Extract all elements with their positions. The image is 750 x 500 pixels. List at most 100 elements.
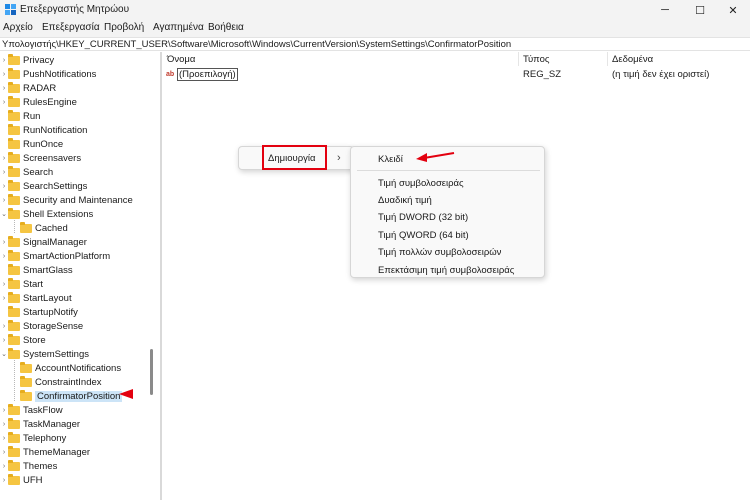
column-divider[interactable] bbox=[607, 52, 608, 66]
chevron-right-icon[interactable]: › bbox=[0, 435, 8, 442]
chevron-right-icon[interactable]: › bbox=[0, 281, 8, 288]
tree-item[interactable]: › TaskFlow bbox=[0, 403, 63, 417]
menu-item-binary-value[interactable]: Δυαδική τιμή bbox=[378, 195, 432, 206]
menu-item-multi-string-value[interactable]: Τιμή πολλών συμβολοσειρών bbox=[378, 247, 501, 258]
tree-item[interactable]: › ThemeManager bbox=[0, 445, 90, 459]
tree-item[interactable]: › Themes bbox=[0, 459, 57, 473]
chevron-right-icon[interactable]: › bbox=[0, 421, 8, 428]
tree-item[interactable]: ⌄ Shell Extensions bbox=[0, 207, 93, 221]
tree-pane[interactable]: › Privacy › PushNotifications › RADAR › RulesEn… bbox=[0, 52, 158, 500]
tree-scrollbar[interactable] bbox=[147, 52, 155, 488]
chevron-right-icon[interactable]: › bbox=[0, 323, 8, 330]
annotation-highlight-box bbox=[262, 145, 327, 170]
menu-favorites[interactable]: Αγαπημένα bbox=[153, 22, 204, 33]
chevron-right-icon[interactable]: › bbox=[0, 71, 8, 78]
tree-item[interactable]: › Search bbox=[0, 165, 53, 179]
annotation-arrow-icon bbox=[416, 152, 455, 162]
tree-item[interactable]: › SignalManager bbox=[0, 235, 87, 249]
tree-item[interactable]: AccountNotifications bbox=[12, 361, 121, 375]
tree-item[interactable]: Cached bbox=[12, 221, 68, 235]
tree-item[interactable]: Run bbox=[0, 109, 40, 123]
folder-icon bbox=[8, 403, 20, 415]
chevron-right-icon[interactable]: › bbox=[0, 463, 8, 470]
tree-item-label: PushNotifications bbox=[23, 68, 97, 80]
tree-item[interactable]: › UFH bbox=[0, 473, 43, 487]
folder-icon bbox=[8, 333, 20, 345]
tree-item-label: TaskManager bbox=[23, 418, 81, 430]
scroll-thumb[interactable] bbox=[150, 349, 153, 395]
chevron-right-icon[interactable]: › bbox=[0, 477, 8, 484]
menu-file[interactable]: Αρχείο bbox=[3, 22, 33, 33]
tree-item[interactable]: › Security and Maintenance bbox=[0, 193, 133, 207]
address-bar[interactable]: Υπολογιστής\HKEY_CURRENT_USER\Software\M… bbox=[0, 37, 750, 51]
chevron-right-icon[interactable]: › bbox=[0, 183, 8, 190]
minimize-button[interactable]: ─ bbox=[648, 0, 682, 20]
tree-item[interactable]: › Telephony bbox=[0, 431, 66, 445]
title-bar: Επεξεργαστής Μητρώου ─ ☐ ✕ bbox=[0, 0, 750, 20]
tree-item-label: ConfirmatorPosition bbox=[35, 390, 123, 402]
chevron-right-icon[interactable]: › bbox=[0, 99, 8, 106]
tree-item[interactable]: › Store bbox=[0, 333, 46, 347]
tree-item[interactable]: ConstraintIndex bbox=[12, 375, 102, 389]
tree-item[interactable]: RunOnce bbox=[0, 137, 63, 151]
tree-item[interactable]: › Privacy bbox=[0, 53, 54, 67]
chevron-right-icon[interactable]: › bbox=[0, 85, 8, 92]
folder-icon bbox=[20, 221, 32, 233]
chevron-down-icon[interactable]: ⌄ bbox=[0, 350, 8, 358]
menu-view[interactable]: Προβολή bbox=[104, 22, 144, 33]
tree-item[interactable]: StartupNotify bbox=[0, 305, 78, 319]
folder-icon bbox=[8, 123, 20, 135]
tree-item[interactable]: ConfirmatorPosition bbox=[12, 389, 123, 403]
chevron-right-icon[interactable]: › bbox=[0, 337, 8, 344]
maximize-button[interactable]: ☐ bbox=[683, 0, 717, 20]
close-button[interactable]: ✕ bbox=[716, 0, 750, 20]
tree-item[interactable]: › RulesEngine bbox=[0, 95, 77, 109]
chevron-right-icon[interactable]: › bbox=[0, 407, 8, 414]
tree-item[interactable]: SmartGlass bbox=[0, 263, 73, 277]
menu-item-expandable-string-value[interactable]: Επεκτάσιμη τιμή συμβολοσειράς bbox=[378, 265, 514, 276]
address-path[interactable]: Υπολογιστής\HKEY_CURRENT_USER\Software\M… bbox=[2, 39, 511, 50]
tree-item[interactable]: › SmartActionPlatform bbox=[0, 249, 110, 263]
tree-item[interactable]: › RADAR bbox=[0, 81, 56, 95]
tree-item[interactable]: › StorageSense bbox=[0, 319, 83, 333]
column-header-type[interactable]: Τύπος bbox=[523, 54, 549, 65]
menu-help[interactable]: Βοήθεια bbox=[208, 22, 244, 33]
chevron-right-icon[interactable]: › bbox=[0, 239, 8, 246]
chevron-right-icon[interactable]: › bbox=[0, 253, 8, 260]
tree-item[interactable]: › PushNotifications bbox=[0, 67, 96, 81]
folder-icon bbox=[8, 305, 20, 317]
chevron-right-icon[interactable]: › bbox=[0, 155, 8, 162]
table-row[interactable]: ab (Προεπιλογή) REG_SZ (η τιμή δεν έχει … bbox=[163, 68, 750, 82]
chevron-right-icon[interactable]: › bbox=[0, 197, 8, 204]
folder-icon bbox=[8, 53, 20, 65]
tree-item[interactable]: › StartLayout bbox=[0, 291, 72, 305]
folder-icon bbox=[8, 291, 20, 303]
chevron-right-icon[interactable]: › bbox=[0, 295, 8, 302]
menu-item-qword-value[interactable]: Τιμή QWORD (64 bit) bbox=[378, 230, 469, 241]
tree-item[interactable]: ⌄ SystemSettings bbox=[0, 347, 89, 361]
tree-item[interactable]: › Screensavers bbox=[0, 151, 81, 165]
tree-item-label: Search bbox=[23, 166, 54, 178]
chevron-right-icon[interactable]: › bbox=[0, 57, 8, 64]
column-header-data[interactable]: Δεδομένα bbox=[612, 54, 653, 65]
menu-item-key[interactable]: Κλειδί bbox=[378, 154, 403, 165]
tree-item[interactable]: › Start bbox=[0, 277, 43, 291]
column-header-name[interactable]: Όνομα bbox=[167, 54, 195, 65]
column-divider[interactable] bbox=[518, 52, 519, 66]
chevron-right-icon[interactable]: › bbox=[0, 449, 8, 456]
folder-icon bbox=[8, 109, 20, 121]
tree-item-label: Telephony bbox=[23, 432, 67, 444]
tree-item[interactable]: RunNotification bbox=[0, 123, 87, 137]
chevron-down-icon[interactable]: ⌄ bbox=[0, 210, 8, 218]
menu-item-string-value[interactable]: Τιμή συμβολοσειράς bbox=[378, 178, 464, 189]
string-value-icon: ab bbox=[166, 71, 175, 78]
pane-splitter[interactable] bbox=[160, 52, 162, 500]
folder-icon bbox=[8, 67, 20, 79]
folder-icon bbox=[20, 361, 32, 373]
folder-icon bbox=[8, 431, 20, 443]
menu-edit[interactable]: Επεξεργασία bbox=[42, 22, 100, 33]
tree-item[interactable]: › SearchSettings bbox=[0, 179, 87, 193]
tree-item[interactable]: › TaskManager bbox=[0, 417, 80, 431]
chevron-right-icon[interactable]: › bbox=[0, 169, 8, 176]
menu-item-dword-value[interactable]: Τιμή DWORD (32 bit) bbox=[378, 212, 468, 223]
